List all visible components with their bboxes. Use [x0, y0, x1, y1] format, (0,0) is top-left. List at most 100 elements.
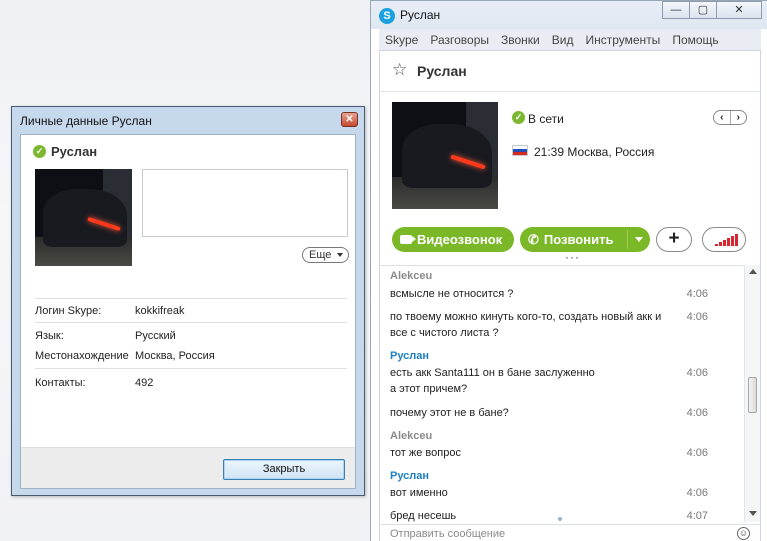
contacts-value: 492 — [135, 377, 154, 389]
skype-window: S Руслан — ▢ ✕ Skype Разговоры Звонки Ви… — [370, 0, 767, 541]
chat-scrollbar[interactable] — [744, 265, 760, 522]
message-text: вот именно — [390, 487, 448, 499]
location-label: Местонахождение — [35, 350, 129, 362]
language-label: Язык: — [35, 330, 64, 342]
menu-calls[interactable]: Звонки — [495, 33, 546, 47]
camera-icon — [400, 235, 416, 244]
chat-line: почему этот не в бане? 4:06 — [390, 405, 730, 421]
scroll-up-icon[interactable] — [749, 269, 757, 274]
chat-line: Alekceu — [390, 268, 730, 284]
next-arrow-icon[interactable]: › — [731, 111, 747, 124]
message-time: 4:06 — [686, 367, 708, 379]
dialog-title: Личные данные Руслан — [20, 114, 152, 128]
dialog-body: ✓ Руслан Еще Логин Skype: kokkifreak Язы… — [20, 134, 356, 489]
favorite-star-icon[interactable]: ☆ — [392, 61, 407, 79]
menu-conversations[interactable]: Разговоры — [424, 33, 495, 47]
message-compose[interactable]: Отправить сообщение ☺ — [380, 524, 760, 541]
scroll-thumb[interactable] — [748, 377, 757, 413]
message-text: бред несешь — [390, 510, 457, 522]
skype-logo-icon: S — [379, 8, 395, 24]
chat-line: Alekceu — [390, 428, 730, 444]
chat-line: по твоему можно кинуть кого-то, создать … — [390, 309, 730, 325]
profile-name: Руслан — [51, 144, 98, 159]
message-time: 4:06 — [686, 288, 708, 300]
conversation-panel: ☆ Руслан ✓ В сети ‹ › 21:39 Москва, Росс… — [379, 51, 761, 541]
chevron-down-icon — [337, 253, 343, 257]
scroll-down-icon[interactable] — [749, 511, 757, 516]
menu-tools[interactable]: Инструменты — [579, 33, 666, 47]
status-text: В сети — [528, 112, 564, 126]
photo-car — [402, 124, 492, 188]
compose-placeholder[interactable]: Отправить сообщение — [390, 528, 505, 540]
message-text: а этот причем? — [390, 383, 468, 395]
menu-view[interactable]: Вид — [546, 33, 580, 47]
close-button[interactable]: ✕ — [716, 1, 762, 19]
dialog-close-button[interactable]: ✕ — [341, 112, 358, 127]
message-author[interactable]: Alekceu — [390, 270, 432, 282]
signal-bars-icon — [715, 234, 739, 246]
resize-handle-icon[interactable]: ··· — [565, 250, 580, 264]
menu-skype[interactable]: Skype — [379, 33, 424, 47]
section-divider — [35, 368, 347, 369]
maximize-button[interactable]: ▢ — [689, 1, 717, 19]
language-value: Русский — [135, 330, 176, 342]
message-author[interactable]: Руслан — [390, 470, 429, 482]
window-title: Руслан — [400, 8, 441, 22]
profile-avatar — [35, 169, 132, 266]
contact-name: Руслан — [417, 63, 467, 79]
chat-line: есть акк Santa111 он в бане заслуженно 4:… — [390, 365, 730, 381]
profile-dialog: Личные данные Руслан ✕ ✓ Руслан Еще Логи… — [11, 106, 365, 496]
chat-line: тот же вопрос 4:06 — [390, 445, 730, 461]
photo-car — [43, 189, 127, 247]
previous-arrow-icon[interactable]: ‹ — [714, 111, 731, 124]
message-text: есть акк Santa111 он в бане заслуженно — [390, 367, 595, 379]
russia-flag-icon — [512, 145, 528, 156]
section-divider — [35, 322, 347, 323]
chat-line: Руслан — [390, 468, 730, 484]
message-time: 4:06 — [686, 487, 708, 499]
message-author[interactable]: Alekceu — [390, 430, 432, 442]
message-time: 4:06 — [686, 447, 708, 459]
more-button[interactable]: Еще — [302, 247, 349, 263]
chat-line: все с чистого листа ? — [390, 325, 730, 341]
section-divider — [35, 298, 347, 299]
phone-icon: ✆ — [528, 231, 539, 247]
video-call-button[interactable]: Видеозвонок — [392, 227, 514, 252]
emoticon-icon[interactable]: ☺ — [737, 527, 750, 540]
minimize-button[interactable]: — — [662, 1, 690, 19]
dialog-footer: Закрыть — [21, 447, 355, 488]
online-status-icon: ✓ — [512, 111, 525, 124]
call-button[interactable]: ✆ Позвонить — [520, 227, 650, 252]
message-time: 4:06 — [686, 407, 708, 419]
login-label: Логин Skype: — [35, 305, 102, 317]
header-divider — [380, 91, 760, 92]
message-text: по твоему можно кинуть кого-то, создать … — [390, 311, 662, 323]
add-button[interactable]: + — [656, 227, 692, 252]
title-bar[interactable]: S Руслан — ▢ ✕ — [371, 1, 767, 29]
online-status-icon: ✓ — [33, 145, 46, 158]
video-call-label: Видеозвонок — [417, 232, 503, 247]
message-text: почему этот не в бане? — [390, 407, 509, 419]
splitter-dot-icon[interactable] — [558, 517, 562, 521]
chat-line: Руслан — [390, 348, 730, 364]
menu-help[interactable]: Помощь — [666, 33, 724, 47]
call-label: Позвонить — [543, 232, 614, 247]
contact-nav: ‹ › — [713, 110, 747, 125]
contact-avatar[interactable] — [392, 102, 498, 209]
message-text: всмысле не относится ? — [390, 288, 514, 300]
message-text: тот же вопрос — [390, 447, 461, 459]
message-author[interactable]: Руслан — [390, 350, 429, 362]
login-value: kokkifreak — [135, 305, 185, 317]
mood-message-box — [142, 169, 348, 237]
message-time: 4:07 — [686, 510, 708, 522]
call-quality-button[interactable] — [702, 227, 746, 252]
contacts-label: Контакты: — [35, 377, 86, 389]
message-time: 4:06 — [686, 311, 708, 323]
chat-line: всмысле не относится ? 4:06 — [390, 286, 730, 302]
close-dialog-button[interactable]: Закрыть — [223, 459, 345, 480]
chevron-down-icon[interactable] — [635, 237, 643, 242]
local-time-location: 21:39 Москва, Россия — [534, 145, 655, 159]
menu-bar: Skype Разговоры Звонки Вид Инструменты П… — [379, 29, 761, 51]
chat-history[interactable]: Alekceu всмысле не относится ? 4:06 по тв… — [380, 265, 744, 522]
location-value: Москва, Россия — [135, 350, 215, 362]
